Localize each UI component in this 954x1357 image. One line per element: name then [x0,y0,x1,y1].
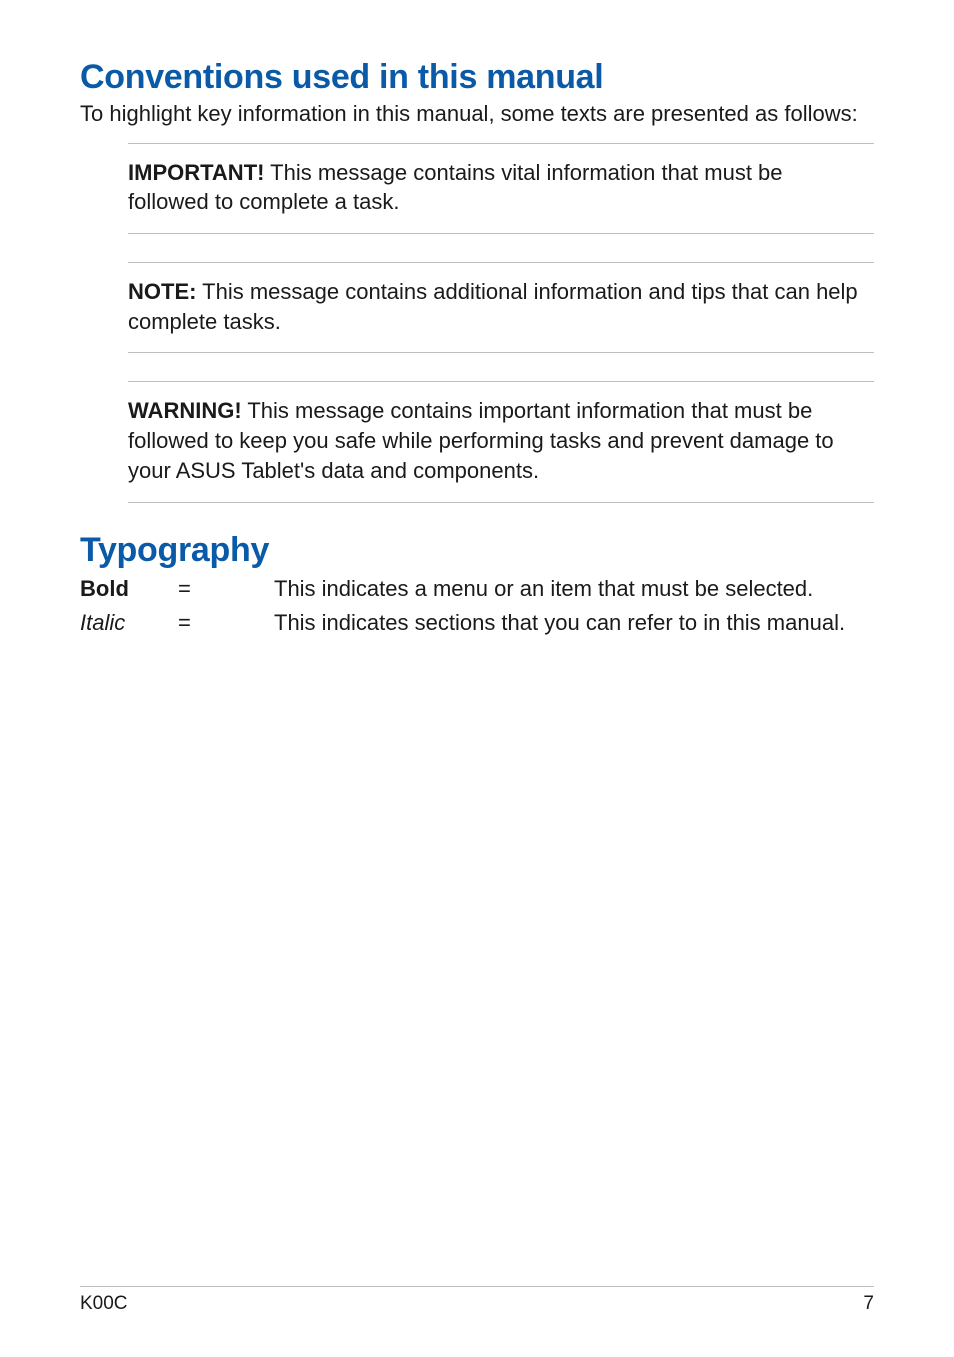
note-label: WARNING! [128,398,242,423]
footer-page-number: 7 [863,1293,874,1315]
typography-term: Italic [80,606,178,640]
divider [128,502,874,503]
typography-desc: This indicates a menu or an item that mu… [274,572,874,606]
divider [128,233,874,234]
typography-table: Bold = This indicates a menu or an item … [80,572,874,640]
page-footer: K00C 7 [80,1286,874,1315]
typography-equals: = [178,572,274,606]
typography-equals: = [178,606,274,640]
footer-model: K00C [80,1293,128,1315]
intro-conventions: To highlight key information in this man… [80,99,874,129]
typography-row-bold: Bold = This indicates a menu or an item … [80,572,874,606]
heading-conventions: Conventions used in this manual [80,58,874,97]
typography-term: Bold [80,572,178,606]
typography-row-italic: Italic = This indicates sections that yo… [80,606,874,640]
page-content: Conventions used in this manual To highl… [0,0,954,640]
note-warning: WARNING! This message contains important… [128,381,874,502]
heading-typography: Typography [80,531,874,570]
note-note: NOTE: This message contains additional i… [128,262,874,353]
note-text: This message contains additional informa… [128,279,858,334]
note-important: IMPORTANT! This message contains vital i… [128,143,874,234]
divider [128,352,874,353]
note-label: NOTE: [128,279,196,304]
typography-desc: This indicates sections that you can ref… [274,606,874,640]
note-label: IMPORTANT! [128,160,264,185]
